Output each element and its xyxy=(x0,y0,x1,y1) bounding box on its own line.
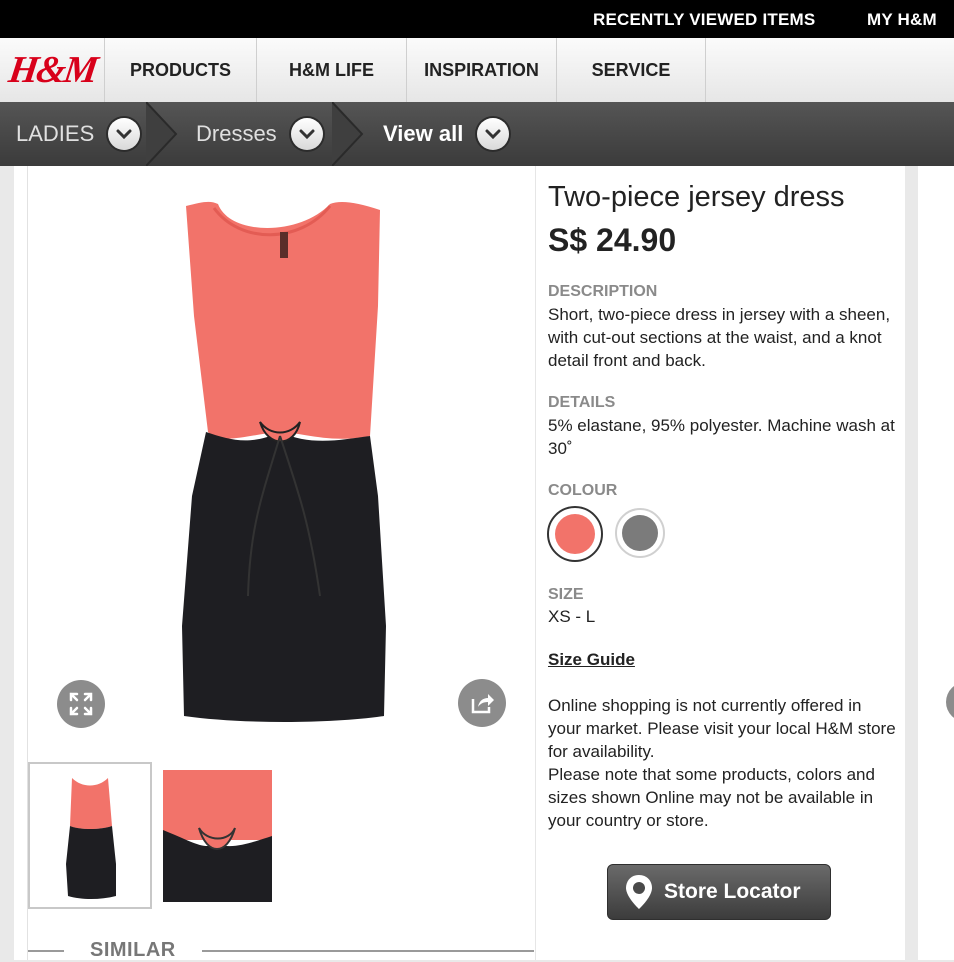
my-hm-link[interactable]: MY H&M xyxy=(867,10,937,30)
main-nav: H&M PRODUCTS H&M LIFE INSPIRATION SERVIC… xyxy=(0,38,954,103)
thumbnail-image xyxy=(163,770,272,902)
share-icon[interactable] xyxy=(458,679,506,727)
nav-item-products[interactable]: PRODUCTS xyxy=(104,38,256,102)
store-locator-label: Store Locator xyxy=(664,880,801,903)
nav-item-hm-life[interactable]: H&M LIFE xyxy=(256,38,406,102)
column-divider xyxy=(535,166,536,960)
breadcrumb-dresses[interactable]: Dresses xyxy=(196,102,323,166)
size-value: XS - L xyxy=(548,607,596,626)
description-text: Short, two-piece dress in jersey with a … xyxy=(548,305,891,370)
product-price: S$ 24.90 xyxy=(548,222,677,258)
chevron-down-icon[interactable] xyxy=(477,118,510,150)
chevron-down-icon[interactable] xyxy=(108,118,141,150)
size-guide-link[interactable]: Size Guide xyxy=(548,650,635,670)
expand-icon[interactable] xyxy=(57,680,105,728)
colour-swatch-coral[interactable] xyxy=(547,506,603,562)
similar-line xyxy=(28,950,64,952)
logo-text: H&M xyxy=(5,49,99,91)
colour-label: COLOUR xyxy=(548,482,618,499)
availability-notice: Online shopping is not currently offered… xyxy=(548,696,896,761)
details-text: 5% elastane, 95% polyester. Machine wash… xyxy=(548,416,895,458)
thumbnail-image xyxy=(66,778,116,899)
recently-viewed-link[interactable]: RECENTLY VIEWED ITEMS xyxy=(593,10,815,30)
similar-line xyxy=(202,950,534,952)
breadcrumb-ladies[interactable]: LADIES xyxy=(16,102,141,166)
top-bar: RECENTLY VIEWED ITEMS MY H&M xyxy=(0,0,954,38)
colour-swatch-grey[interactable] xyxy=(615,508,665,558)
similar-section: SIMILAR xyxy=(28,936,534,961)
nav-item-service[interactable]: SERVICE xyxy=(556,38,706,102)
product-image[interactable] xyxy=(170,196,400,726)
breadcrumb-label: Dresses xyxy=(196,121,277,146)
breadcrumb: LADIES Dresses View all xyxy=(0,102,954,166)
map-pin-icon xyxy=(624,873,654,911)
similar-heading: SIMILAR xyxy=(90,939,176,961)
nav-item-inspiration[interactable]: INSPIRATION xyxy=(406,38,556,102)
breadcrumb-label: View all xyxy=(383,121,464,146)
next-product-panel xyxy=(918,166,954,960)
thumbnail-detail[interactable] xyxy=(163,770,272,902)
breadcrumb-view-all[interactable]: View all xyxy=(383,102,510,166)
breadcrumb-separator xyxy=(146,102,178,166)
chevron-down-icon[interactable] xyxy=(290,118,323,150)
description-label: DESCRIPTION xyxy=(548,283,658,300)
details-label: DETAILS xyxy=(548,394,616,411)
size-label: SIZE xyxy=(548,586,584,603)
breadcrumb-label: LADIES xyxy=(16,121,95,146)
product-title: Two-piece jersey dress xyxy=(548,181,845,213)
availability-disclaimer: Please note that some products, colors a… xyxy=(548,765,875,830)
thumbnail-front[interactable] xyxy=(28,762,152,909)
breadcrumb-separator xyxy=(332,102,364,166)
store-locator-button[interactable]: Store Locator xyxy=(607,864,831,920)
hm-logo[interactable]: H&M xyxy=(0,38,104,102)
